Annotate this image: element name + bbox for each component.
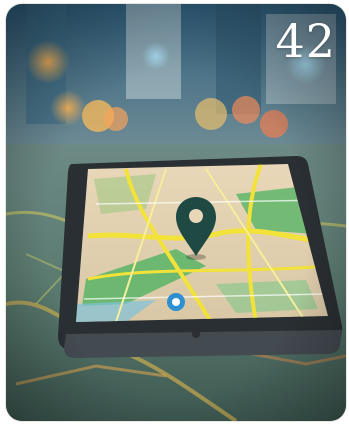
photo-card: 42	[6, 4, 346, 421]
number-badge: 42	[275, 14, 336, 68]
